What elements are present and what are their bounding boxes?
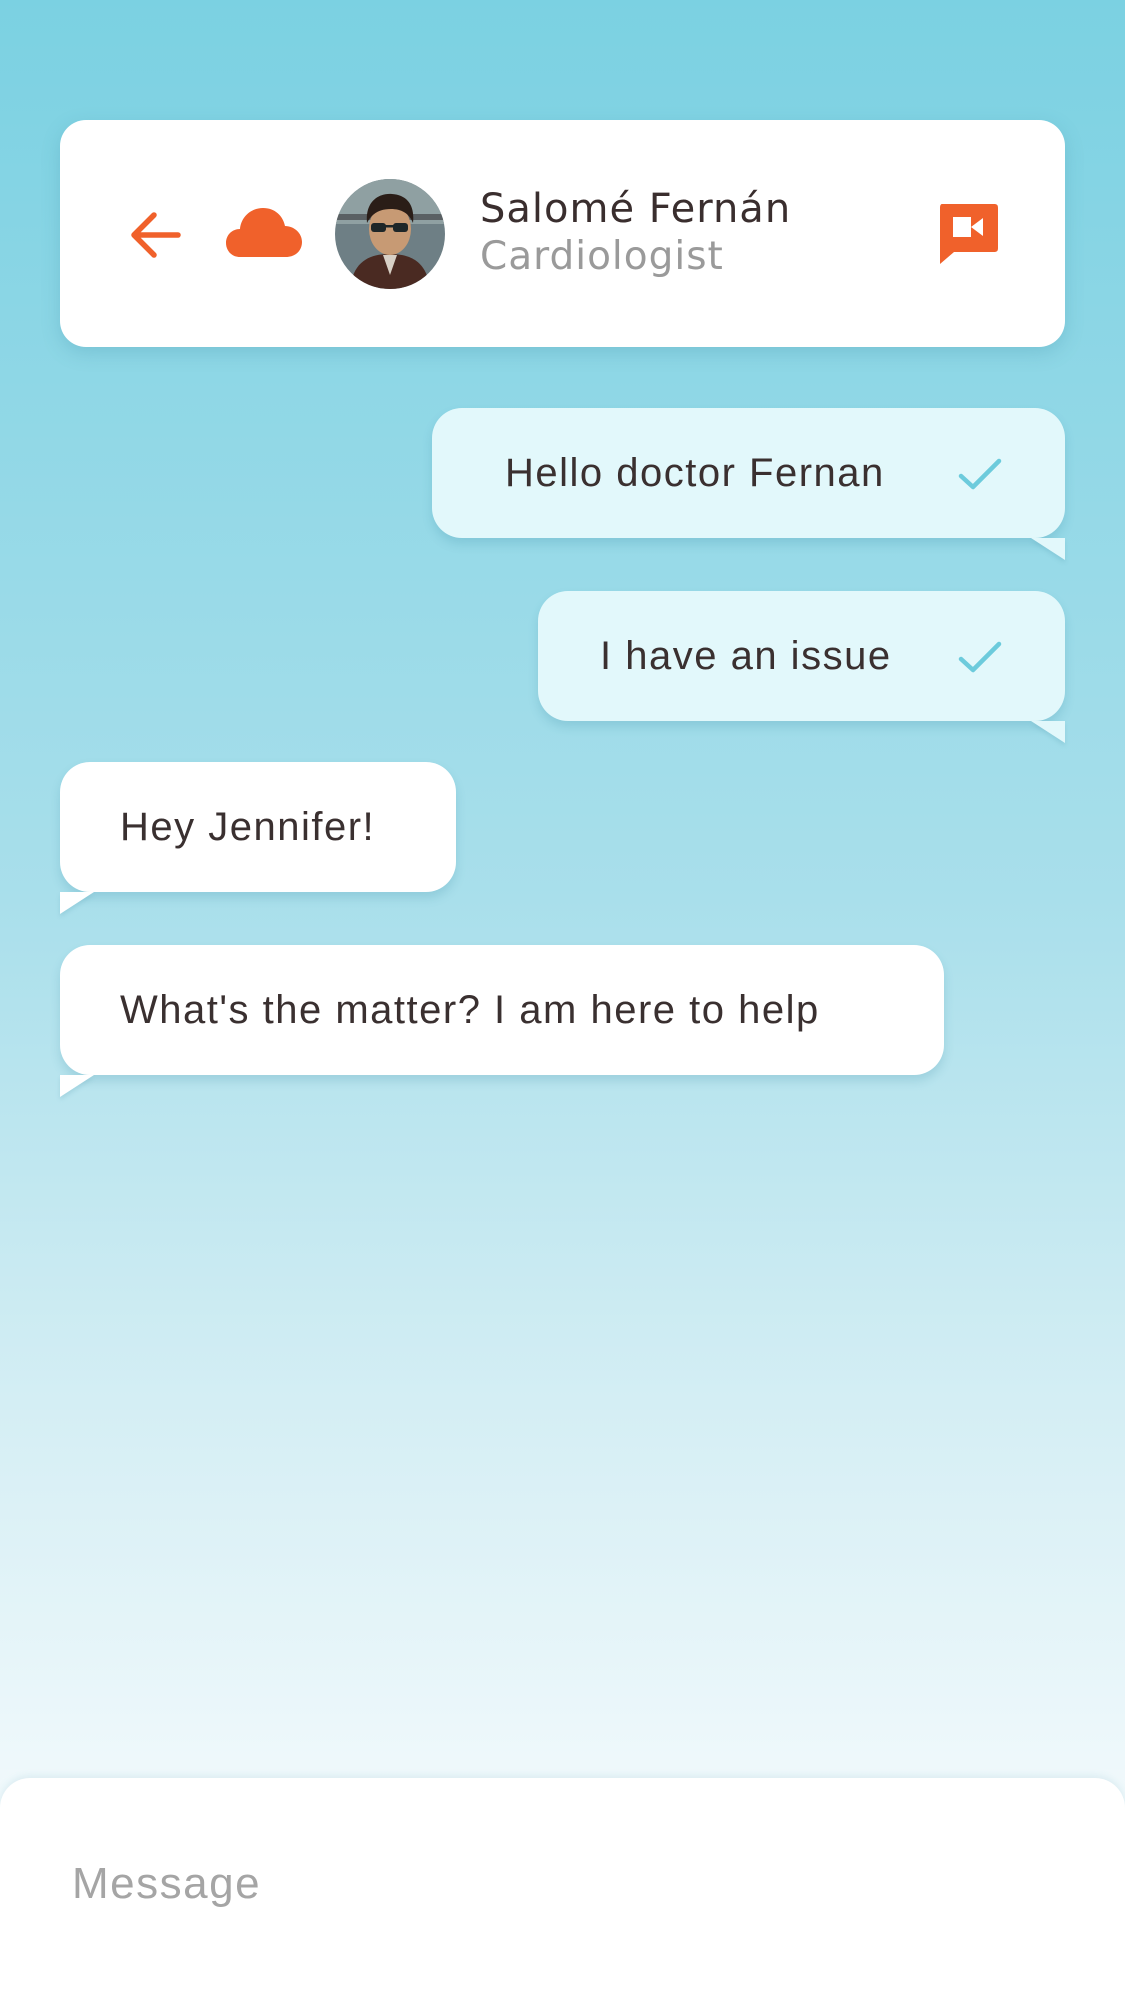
message-bubble-outgoing[interactable]: Hello doctor Fernan: [432, 408, 1065, 538]
avatar-photo: [335, 179, 445, 289]
doctor-specialty: Cardiologist: [480, 234, 724, 279]
message-bubble-outgoing[interactable]: I have an issue: [538, 591, 1065, 721]
message-bubble-incoming[interactable]: Hey Jennifer!: [60, 762, 456, 892]
doctor-name: Salomé Fernán: [480, 186, 792, 232]
message-input[interactable]: [72, 1852, 1052, 1916]
message-text: What's the matter? I am here to help: [120, 987, 820, 1032]
message-text: Hello doctor Fernan: [505, 450, 885, 495]
doctor-avatar[interactable]: [335, 179, 445, 289]
check-icon: [958, 458, 1002, 490]
message-text: I have an issue: [600, 633, 892, 678]
back-button[interactable]: [125, 205, 185, 265]
video-call-icon[interactable]: [936, 200, 1000, 266]
message-text: Hey Jennifer!: [120, 804, 376, 849]
message-bubble-incoming[interactable]: What's the matter? I am here to help: [60, 945, 944, 1075]
arrow-left-icon: [131, 212, 181, 258]
chat-screen: Salomé Fernán Cardiologist Hello doctor …: [0, 0, 1125, 2001]
check-icon: [958, 641, 1002, 673]
cloud-icon: [226, 208, 302, 257]
